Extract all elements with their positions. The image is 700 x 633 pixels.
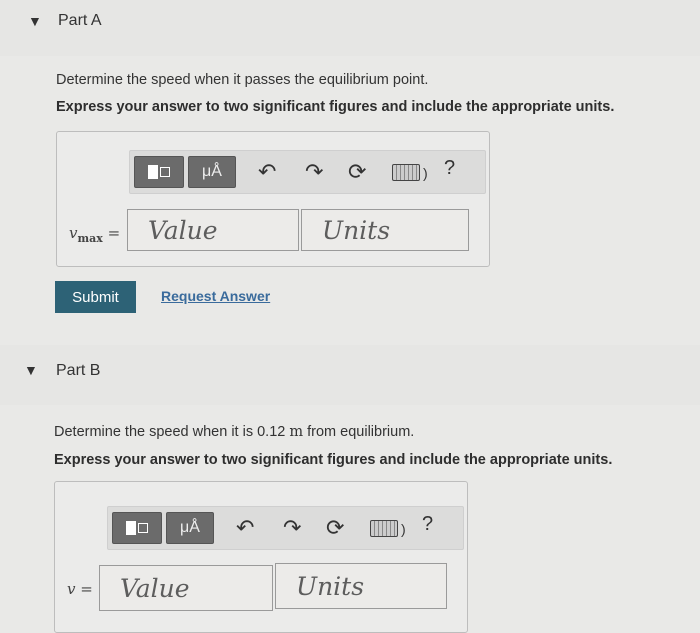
part-b-variable: v = [67,580,93,598]
part-a-value-input[interactable]: Value [127,209,299,251]
redo-icon[interactable]: ↷ [305,159,323,185]
keyboard-icon [392,164,420,181]
templates-icon [148,165,170,179]
caret-down-icon[interactable]: ▼ [28,13,42,29]
part-b-toolbar: μÅ ↶ ↷ ⟳ ) ? [107,506,464,550]
part-a-instruction: Express your answer to two significant f… [56,99,615,115]
part-b-instruction: Express your answer to two significant f… [54,452,613,468]
part-b-answer-box: μÅ ↶ ↷ ⟳ ) ? v = Value Units [54,481,468,633]
templates-button[interactable] [112,512,162,544]
redo-icon[interactable]: ↷ [283,515,301,541]
templates-icon [126,521,148,535]
part-a-question: Determine the speed when it passes the e… [56,72,429,88]
part-a-variable: vmax = [69,224,121,245]
templates-button[interactable] [134,156,184,188]
keyboard-icon [370,520,398,537]
part-b-units-input[interactable]: Units [275,563,447,609]
caret-down-icon[interactable]: ▼ [24,362,38,378]
help-icon[interactable]: ? [422,513,433,536]
part-b-title: Part B [56,362,101,379]
part-b-value-input[interactable]: Value [99,565,273,611]
request-answer-link[interactable]: Request Answer [161,288,270,304]
submit-button[interactable]: Submit [55,281,136,313]
undo-icon[interactable]: ↶ [236,515,254,541]
part-a-units-input[interactable]: Units [301,209,469,251]
undo-icon[interactable]: ↶ [258,159,276,185]
help-icon[interactable]: ? [444,157,455,180]
part-a-header[interactable] [0,0,700,56]
reset-icon[interactable]: ⟳ [348,159,366,185]
part-a-title: Part A [58,12,102,29]
keyboard-button[interactable]: ) [392,164,428,181]
symbols-button[interactable]: μÅ [166,512,214,544]
part-b-question: Determine the speed when it is 0.12 m fr… [54,424,415,440]
part-b-header[interactable] [0,345,700,405]
reset-icon[interactable]: ⟳ [326,515,344,541]
keyboard-suffix: ) [401,520,406,537]
keyboard-suffix: ) [423,164,428,181]
part-a-answer-box: μÅ ↶ ↷ ⟳ ) ? vmax = Value Units [56,131,490,267]
symbols-button[interactable]: μÅ [188,156,236,188]
keyboard-button[interactable]: ) [370,520,406,537]
part-a-toolbar: μÅ ↶ ↷ ⟳ ) ? [129,150,486,194]
